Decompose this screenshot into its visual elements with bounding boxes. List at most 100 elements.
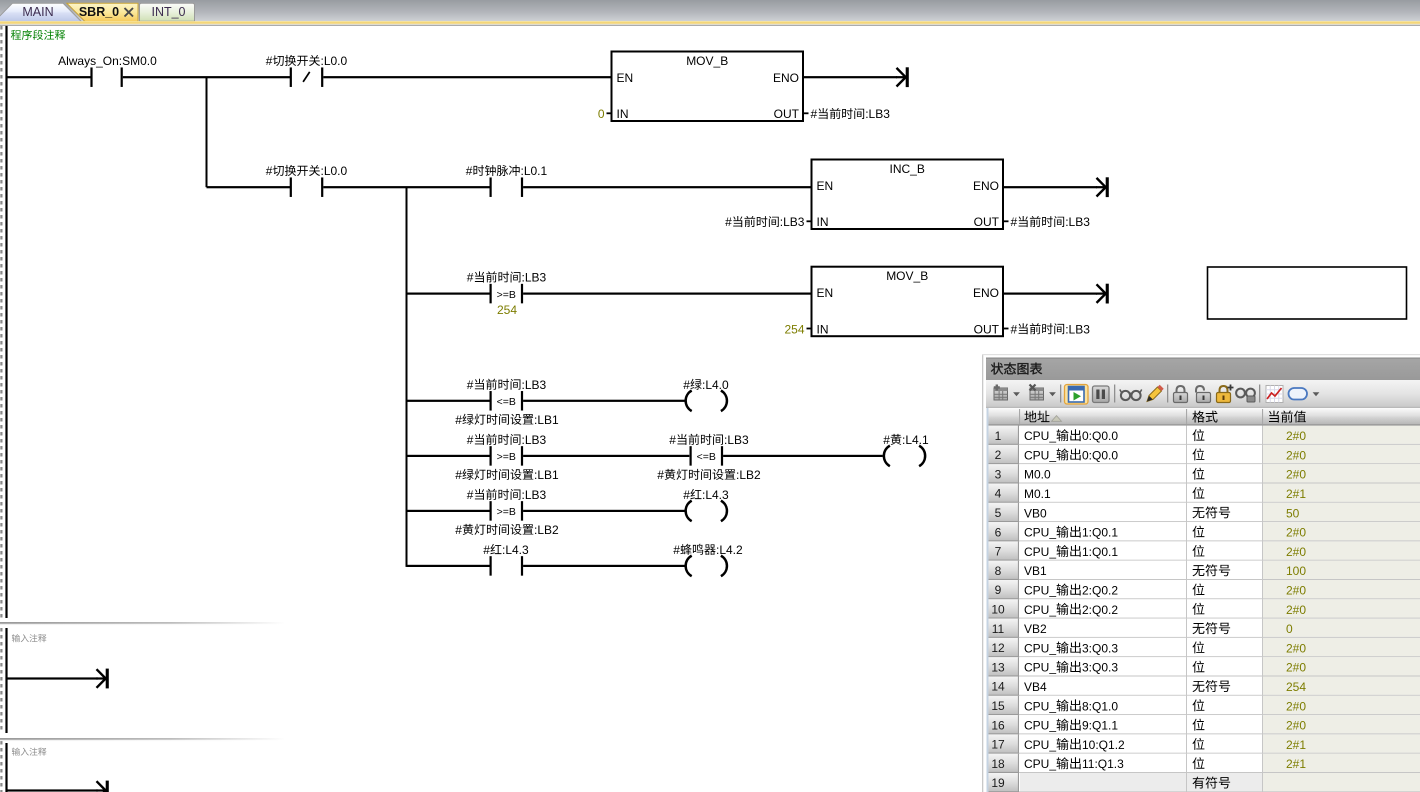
svg-text:16: 16	[991, 718, 1005, 732]
svg-text::L4.1: :L4.1	[902, 433, 929, 447]
svg-text:2:Q0.2: 2:Q0.2	[1082, 584, 1118, 598]
svg-text:CPU_: CPU_	[1024, 448, 1056, 462]
svg-text::LB3: :LB3	[1065, 215, 1090, 229]
svg-text:ENO: ENO	[773, 71, 799, 85]
svg-text:INC_B: INC_B	[890, 162, 925, 176]
svg-text:#: #	[266, 164, 273, 178]
svg-text:2#0: 2#0	[1286, 641, 1306, 655]
svg-text:M0.1: M0.1	[1024, 487, 1051, 501]
svg-text::LB3: :LB3	[780, 215, 805, 229]
svg-text:10: 10	[991, 603, 1005, 617]
svg-text:2#0: 2#0	[1286, 526, 1306, 540]
svg-text:#: #	[483, 543, 490, 557]
svg-text:2#0: 2#0	[1286, 603, 1306, 617]
svg-text:18: 18	[991, 757, 1005, 771]
svg-text:#: #	[467, 488, 474, 502]
svg-text:>=B: >=B	[497, 289, 516, 301]
svg-text:#: #	[883, 433, 890, 447]
svg-text:CPU_: CPU_	[1024, 699, 1056, 713]
svg-text:MOV_B: MOV_B	[886, 269, 928, 283]
svg-text:#: #	[683, 378, 690, 392]
svg-text:2#1: 2#1	[1286, 487, 1306, 501]
svg-text:#: #	[1011, 215, 1018, 229]
svg-text:#: #	[1011, 322, 1018, 336]
svg-text:15: 15	[991, 699, 1005, 713]
svg-text:VB2: VB2	[1024, 622, 1047, 636]
svg-text:VB0: VB0	[1024, 506, 1047, 520]
svg-text:0: 0	[598, 107, 605, 121]
svg-text:#: #	[725, 215, 732, 229]
svg-text:CPU_: CPU_	[1024, 719, 1056, 733]
svg-text:>=B: >=B	[497, 451, 516, 463]
svg-text:CPU_: CPU_	[1024, 603, 1056, 617]
svg-text:8:Q1.0: 8:Q1.0	[1082, 699, 1118, 713]
svg-text:14: 14	[991, 680, 1005, 694]
svg-text:#: #	[466, 164, 473, 178]
svg-text:2: 2	[995, 448, 1002, 462]
svg-text:50: 50	[1286, 506, 1300, 520]
svg-text:#: #	[455, 523, 462, 537]
svg-text:<=B: <=B	[497, 396, 516, 408]
svg-text:254: 254	[497, 303, 517, 317]
svg-text:EN: EN	[817, 179, 834, 193]
svg-text::LB2: :LB2	[534, 523, 559, 537]
svg-text::LB3: :LB3	[724, 433, 749, 447]
svg-text:CPU_: CPU_	[1024, 757, 1056, 771]
svg-text:MOV_B: MOV_B	[686, 54, 728, 68]
svg-text:SBR_0: SBR_0	[79, 5, 119, 19]
svg-text:10:Q1.2: 10:Q1.2	[1082, 738, 1125, 752]
svg-text:2#0: 2#0	[1286, 448, 1306, 462]
svg-text:CPU_: CPU_	[1024, 526, 1056, 540]
svg-text:2#0: 2#0	[1286, 719, 1306, 733]
svg-text:>=B: >=B	[497, 506, 516, 518]
svg-text:3:Q0.3: 3:Q0.3	[1082, 661, 1118, 675]
svg-text:OUT: OUT	[974, 322, 1000, 336]
svg-text:ENO: ENO	[973, 286, 999, 300]
svg-text:0:Q0.0: 0:Q0.0	[1082, 448, 1118, 462]
svg-text::LB3: :LB3	[522, 271, 547, 285]
svg-text:CPU_: CPU_	[1024, 584, 1056, 598]
svg-text:CPU_: CPU_	[1024, 641, 1056, 655]
svg-text:#: #	[683, 488, 690, 502]
svg-text:1:Q0.1: 1:Q0.1	[1082, 545, 1118, 559]
svg-text:3:Q0.3: 3:Q0.3	[1082, 641, 1118, 655]
svg-text:2#0: 2#0	[1286, 661, 1306, 675]
svg-text:CPU_: CPU_	[1024, 661, 1056, 675]
svg-text:MAIN: MAIN	[22, 5, 53, 19]
svg-text:0:Q0.0: 0:Q0.0	[1082, 429, 1118, 443]
svg-text:2#0: 2#0	[1286, 468, 1306, 482]
svg-text:CPU_: CPU_	[1024, 429, 1056, 443]
svg-text::LB3: :LB3	[522, 488, 547, 502]
svg-text:1: 1	[995, 429, 1002, 443]
svg-text:0: 0	[1286, 622, 1293, 636]
svg-text:8: 8	[995, 564, 1002, 578]
svg-text:#: #	[669, 433, 676, 447]
svg-text:VB1: VB1	[1024, 564, 1047, 578]
svg-text:13: 13	[991, 660, 1005, 674]
svg-text:#: #	[467, 271, 474, 285]
svg-text:#: #	[657, 468, 664, 482]
svg-text::LB2: :LB2	[736, 468, 761, 482]
svg-text:EN: EN	[617, 71, 634, 85]
svg-text:2#0: 2#0	[1286, 429, 1306, 443]
svg-text:2#0: 2#0	[1286, 699, 1306, 713]
svg-text:#: #	[467, 378, 474, 392]
svg-text:9:Q1.1: 9:Q1.1	[1082, 719, 1118, 733]
svg-text:Always_On:SM0.0: Always_On:SM0.0	[58, 54, 157, 68]
svg-text:#: #	[455, 413, 462, 427]
svg-text:IN: IN	[617, 107, 629, 121]
svg-text:#: #	[811, 107, 818, 121]
svg-text:6: 6	[995, 525, 1002, 539]
svg-text::LB3: :LB3	[1065, 322, 1090, 336]
svg-text:#: #	[455, 468, 462, 482]
svg-text:11: 11	[992, 622, 1005, 636]
svg-text:2:Q0.2: 2:Q0.2	[1082, 603, 1118, 617]
svg-text:4: 4	[995, 487, 1002, 501]
svg-text:#: #	[673, 543, 680, 557]
svg-text:IN: IN	[817, 322, 829, 336]
svg-text:5: 5	[995, 506, 1002, 520]
svg-text:9: 9	[995, 583, 1002, 597]
svg-text:M0.0: M0.0	[1024, 468, 1051, 482]
svg-text:254: 254	[1286, 680, 1306, 694]
svg-text:1:Q0.1: 1:Q0.1	[1082, 526, 1118, 540]
